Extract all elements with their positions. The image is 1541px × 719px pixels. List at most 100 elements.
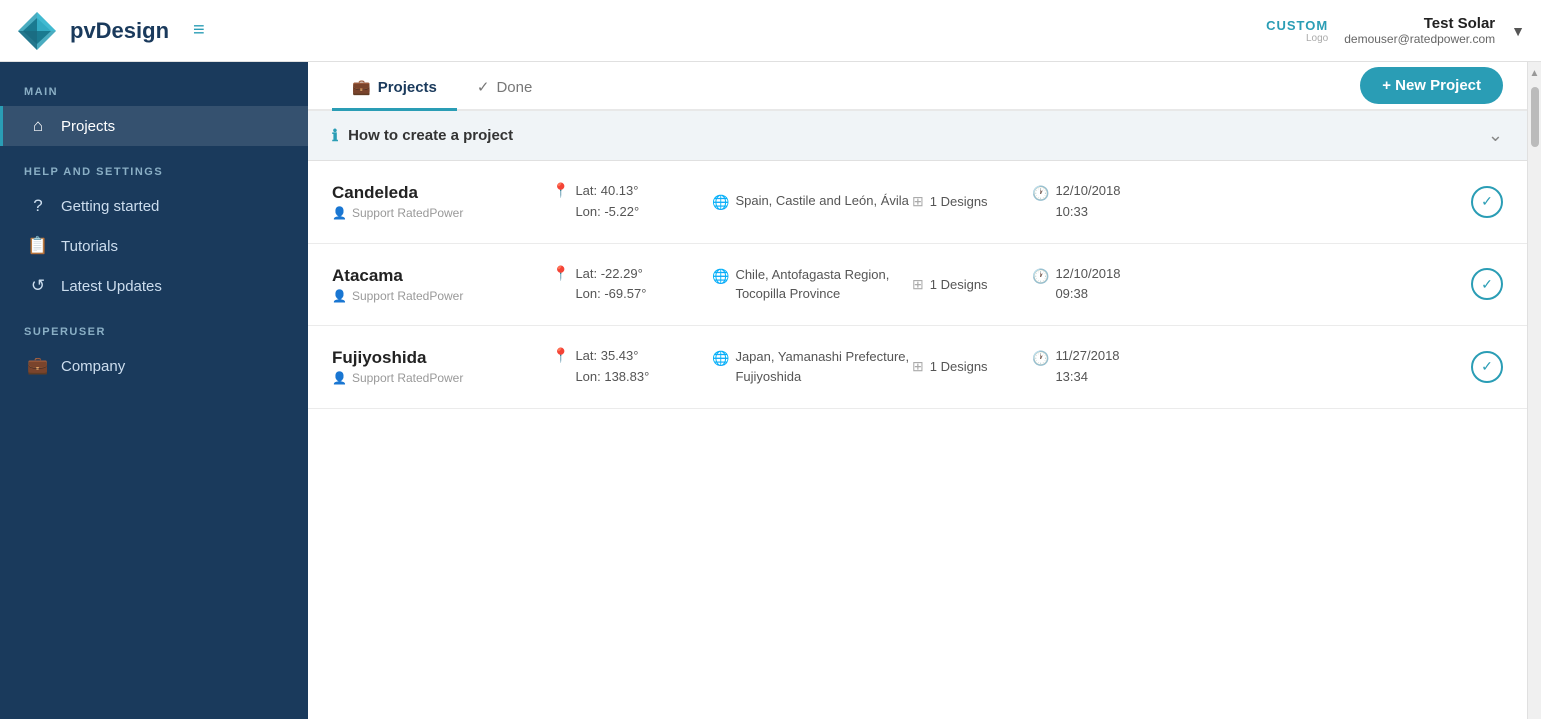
project-check-col: ✓ [1443, 351, 1503, 383]
sidebar: MAIN ⌂ Projects HELP AND SETTINGS ? Gett… [0, 62, 308, 719]
table-row[interactable]: Atacama 👤 Support RatedPower 📍 Lat: -22.… [308, 244, 1527, 327]
designs-text: ⊞ 1 Designs [912, 193, 1032, 210]
globe-icon: 🌐 [712, 266, 729, 287]
coords-text: Lat: 40.13° Lon: -5.22° [575, 181, 639, 223]
logo-area: pvDesign ≡ [16, 10, 205, 52]
sidebar-item-tutorials[interactable]: 📋 Tutorials [0, 226, 308, 266]
project-designs-col: ⊞ 1 Designs [912, 358, 1032, 375]
how-to-banner[interactable]: ℹ How to create a project ⌄ [308, 111, 1527, 161]
sidebar-item-latest-updates[interactable]: ↺ Latest Updates [0, 266, 308, 306]
pin-icon: 📍 [552, 182, 569, 199]
header-right: CUSTOM Logo Test Solar demouser@ratedpow… [1266, 15, 1525, 46]
info-icon: ℹ [332, 126, 338, 146]
projects-list: Candeleda 👤 Support RatedPower 📍 Lat: 40… [308, 161, 1527, 719]
project-lon: Lon: 138.83° [575, 367, 649, 388]
project-date: 11/27/2018 [1055, 346, 1119, 367]
scrollbar[interactable]: ▲ [1527, 62, 1541, 719]
sidebar-item-company[interactable]: 💼 Company [0, 346, 308, 386]
project-user: 👤 Support RatedPower [332, 371, 552, 385]
project-date: 12/10/2018 [1055, 264, 1120, 285]
user-icon: 👤 [332, 206, 347, 220]
how-to-text: ℹ How to create a project [332, 126, 513, 146]
user-email: demouser@ratedpower.com [1344, 32, 1495, 46]
logo-icon [16, 10, 58, 52]
tab-done[interactable]: ✓ Done [457, 62, 552, 111]
designs-text: ⊞ 1 Designs [912, 358, 1032, 375]
grid-icon: ⊞ [912, 193, 924, 210]
designs-text: ⊞ 1 Designs [912, 276, 1032, 293]
project-datetime: 12/10/2018 09:38 [1055, 264, 1120, 306]
project-designs: 1 Designs [930, 277, 988, 292]
sidebar-item-projects[interactable]: ⌂ Projects [0, 106, 308, 146]
scroll-thumb[interactable] [1531, 87, 1539, 147]
hamburger-icon[interactable]: ≡ [193, 19, 205, 42]
pin-icon: 📍 [552, 347, 569, 364]
grid-icon: ⊞ [912, 358, 924, 375]
date-text: 🕐 11/27/2018 13:34 [1032, 346, 1443, 388]
location-text: 🌐 Spain, Castile and León, Ávila [712, 191, 912, 213]
chevron-down-icon: ⌄ [1488, 125, 1503, 146]
briefcase-icon: 💼 [27, 356, 49, 376]
project-name: Candeleda [332, 183, 552, 203]
sidebar-item-label-projects: Projects [61, 118, 115, 135]
project-coords-col: 📍 Lat: 35.43° Lon: 138.83° [552, 346, 712, 388]
project-check-col: ✓ [1443, 186, 1503, 218]
logo-text: pvDesign [70, 18, 169, 44]
coords-text: Lat: 35.43° Lon: 138.83° [575, 346, 649, 388]
project-designs-col: ⊞ 1 Designs [912, 193, 1032, 210]
project-location-col: 🌐 Spain, Castile and León, Ávila [712, 191, 912, 213]
home-icon: ⌂ [27, 116, 49, 136]
project-date: 12/10/2018 [1055, 181, 1120, 202]
project-location-col: 🌐 Chile, Antofagasta Region, Tocopilla P… [712, 265, 912, 304]
project-check-col: ✓ [1443, 268, 1503, 300]
project-lat: Lat: 35.43° [575, 346, 649, 367]
top-header: pvDesign ≡ CUSTOM Logo Test Solar demous… [0, 0, 1541, 62]
project-name: Fujiyoshida [332, 348, 552, 368]
clock-icon: 🕐 [1032, 265, 1049, 287]
project-location: Japan, Yamanashi Prefecture, Fujiyoshida [735, 347, 912, 386]
new-project-button[interactable]: + New Project [1360, 67, 1503, 104]
project-lon: Lon: -5.22° [575, 202, 639, 223]
project-time: 10:33 [1055, 202, 1120, 223]
project-date-col: 🕐 11/27/2018 13:34 [1032, 346, 1443, 388]
sidebar-section-help: HELP AND SETTINGS [0, 166, 308, 178]
project-time: 13:34 [1055, 367, 1119, 388]
project-datetime: 12/10/2018 10:33 [1055, 181, 1120, 223]
project-designs: 1 Designs [930, 359, 988, 374]
checkmark-tab-icon: ✓ [477, 78, 490, 96]
user-info: Test Solar demouser@ratedpower.com [1344, 15, 1495, 46]
sidebar-item-getting-started[interactable]: ? Getting started [0, 186, 308, 226]
globe-icon: 🌐 [712, 348, 729, 369]
how-to-label: How to create a project [348, 127, 513, 144]
content-area: 💼 Projects ✓ Done + New Project ℹ How to… [308, 62, 1527, 719]
user-dropdown-arrow[interactable]: ▼ [1511, 23, 1525, 39]
sidebar-section-superuser: SUPERUSER [0, 326, 308, 338]
project-location-col: 🌐 Japan, Yamanashi Prefecture, Fujiyoshi… [712, 347, 912, 386]
tabs-bar: 💼 Projects ✓ Done + New Project [308, 62, 1527, 111]
refresh-icon: ↺ [27, 276, 49, 296]
grid-icon: ⊞ [912, 276, 924, 293]
project-location: Spain, Castile and León, Ávila [735, 191, 908, 211]
clock-icon: 🕐 [1032, 182, 1049, 204]
project-user: 👤 Support RatedPower [332, 289, 552, 303]
table-row[interactable]: Fujiyoshida 👤 Support RatedPower 📍 Lat: … [308, 326, 1527, 409]
tabs-left: 💼 Projects ✓ Done [332, 62, 552, 109]
project-location: Chile, Antofagasta Region, Tocopilla Pro… [735, 265, 912, 304]
briefcase-tab-icon: 💼 [352, 78, 371, 96]
coords-text: Lat: -22.29° Lon: -69.57° [575, 264, 646, 306]
project-name: Atacama [332, 266, 552, 286]
project-lat: Lat: -22.29° [575, 264, 646, 285]
sidebar-item-label-company: Company [61, 358, 125, 375]
project-time: 09:38 [1055, 284, 1120, 305]
sidebar-item-label-latest-updates: Latest Updates [61, 278, 162, 295]
table-row[interactable]: Candeleda 👤 Support RatedPower 📍 Lat: 40… [308, 161, 1527, 244]
tab-projects[interactable]: 💼 Projects [332, 62, 457, 111]
project-designs-col: ⊞ 1 Designs [912, 276, 1032, 293]
scroll-up-arrow[interactable]: ▲ [1526, 64, 1541, 83]
project-datetime: 11/27/2018 13:34 [1055, 346, 1119, 388]
project-user-label: Support RatedPower [352, 206, 463, 220]
project-date-col: 🕐 12/10/2018 09:38 [1032, 264, 1443, 306]
book-icon: 📋 [27, 236, 49, 256]
clock-icon: 🕐 [1032, 347, 1049, 369]
check-circle: ✓ [1471, 186, 1503, 218]
